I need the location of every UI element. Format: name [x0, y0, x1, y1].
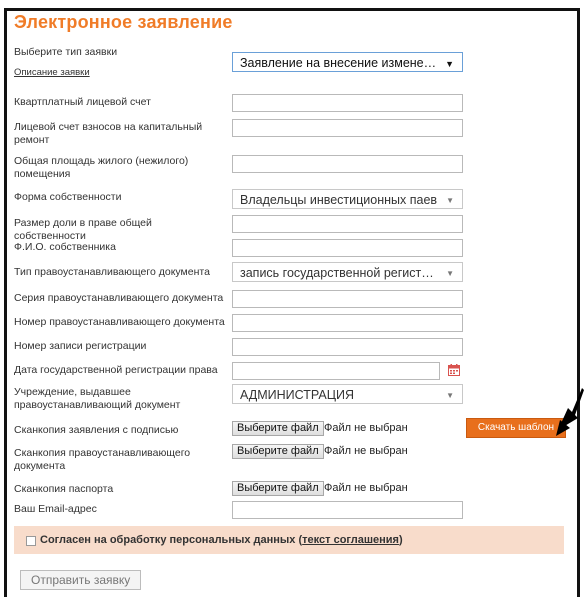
- arrow-pointer-icon: [556, 388, 584, 436]
- description-link[interactable]: Описание заявки: [14, 66, 226, 79]
- consent-suffix: ): [398, 534, 403, 546]
- request-type-label: Выберите тип заявки: [14, 46, 118, 58]
- calendar-icon[interactable]: [448, 364, 460, 376]
- field-label-doc-number: Номер правоустанавливающего документа: [14, 316, 225, 328]
- field-label-scan-application: Сканкопия заявления с подписью: [14, 424, 179, 436]
- chevron-down-icon: ▼: [446, 196, 454, 205]
- registration-number-input[interactable]: [232, 338, 463, 356]
- doc-series-input[interactable]: [232, 290, 463, 308]
- consent-prefix: Согласен на обработку персональных данны…: [40, 534, 303, 546]
- institution-value: АДМИНИСТРАЦИЯ: [240, 388, 354, 402]
- chevron-down-icon: ▼: [446, 269, 454, 278]
- field-label-doc-type: Тип правоустанавливающего документа: [14, 266, 210, 278]
- email-input[interactable]: [232, 501, 463, 519]
- field-label-email: Ваш Email-адрес: [14, 503, 97, 515]
- choose-file-button[interactable]: Выберите файл: [232, 481, 324, 496]
- field-label-scan-passport: Сканкопия паспорта: [14, 483, 114, 495]
- institution-select[interactable]: АДМИНИСТРАЦИЯ ▼: [232, 384, 463, 404]
- field-label-ownership: Форма собственности: [14, 191, 122, 203]
- consent-panel: Согласен на обработку персональных данны…: [14, 526, 564, 554]
- consent-label: Согласен на обработку персональных данны…: [40, 534, 403, 546]
- field-label-registration-date: Дата государственной регистрации права: [14, 364, 218, 376]
- file-status: Файл не выбран: [324, 445, 408, 457]
- choose-file-button[interactable]: Выберите файл: [232, 444, 324, 459]
- owner-name-input[interactable]: [232, 239, 463, 257]
- ownership-value: Владельцы инвестиционных паев: [240, 193, 438, 207]
- chevron-down-icon: ▼: [445, 59, 454, 69]
- submit-button[interactable]: Отправить заявку: [20, 570, 142, 590]
- field-label-doc-series: Серия правоустанавливающего документа: [14, 292, 224, 304]
- request-type-select[interactable]: Заявление на внесение изменений по ▼: [232, 52, 463, 72]
- field-label-institution: Учреждение, выдавшее правоустанавливающи…: [14, 386, 181, 411]
- choose-file-button[interactable]: Выберите файл: [232, 421, 324, 436]
- doc-type-select[interactable]: запись государственной регистрац... ▼: [232, 262, 463, 282]
- field-label-registration-number: Номер записи регистрации: [14, 340, 147, 352]
- account-input[interactable]: [232, 94, 463, 112]
- description-link-text[interactable]: Описание заявки: [14, 67, 90, 78]
- request-type-value: Заявление на внесение изменений по: [240, 56, 462, 70]
- download-template-button[interactable]: Скачать шаблон: [466, 418, 566, 438]
- file-status: Файл не выбран: [324, 482, 408, 494]
- file-status: Файл не выбран: [324, 422, 408, 434]
- field-label-share: Размер доли в праве общей собственности: [14, 217, 152, 242]
- chevron-down-icon: ▼: [446, 391, 454, 400]
- area-input[interactable]: [232, 155, 463, 173]
- ownership-select[interactable]: Владельцы инвестиционных паев ▼: [232, 189, 463, 209]
- consent-checkbox[interactable]: [26, 536, 36, 546]
- scan-passport-file[interactable]: Выберите файл Файл не выбран: [232, 481, 462, 497]
- field-label-scan-document: Сканкопия правоустанавливающего документ…: [14, 447, 191, 472]
- doc-type-value: запись государственной регистрац...: [240, 266, 453, 280]
- field-label-area: Общая площадь жилого (нежилого) помещени…: [14, 155, 189, 180]
- scan-application-file[interactable]: Выберите файл Файл не выбран: [232, 421, 462, 437]
- agreement-text-link[interactable]: текст соглашения: [302, 534, 399, 546]
- field-label-capital-repair: Лицевой счет взносов на капитальный ремо…: [14, 121, 203, 146]
- field-label-account: Квартплатный лицевой счет: [14, 96, 151, 108]
- capital-repair-input[interactable]: [232, 119, 463, 137]
- field-label-owner: Ф.И.О. собственника: [14, 241, 116, 253]
- share-input[interactable]: [232, 215, 463, 233]
- page-title: Электронное заявление: [14, 12, 233, 32]
- registration-date-input[interactable]: [232, 362, 440, 380]
- doc-number-input[interactable]: [232, 314, 463, 332]
- scan-document-file[interactable]: Выберите файл Файл не выбран: [232, 444, 462, 460]
